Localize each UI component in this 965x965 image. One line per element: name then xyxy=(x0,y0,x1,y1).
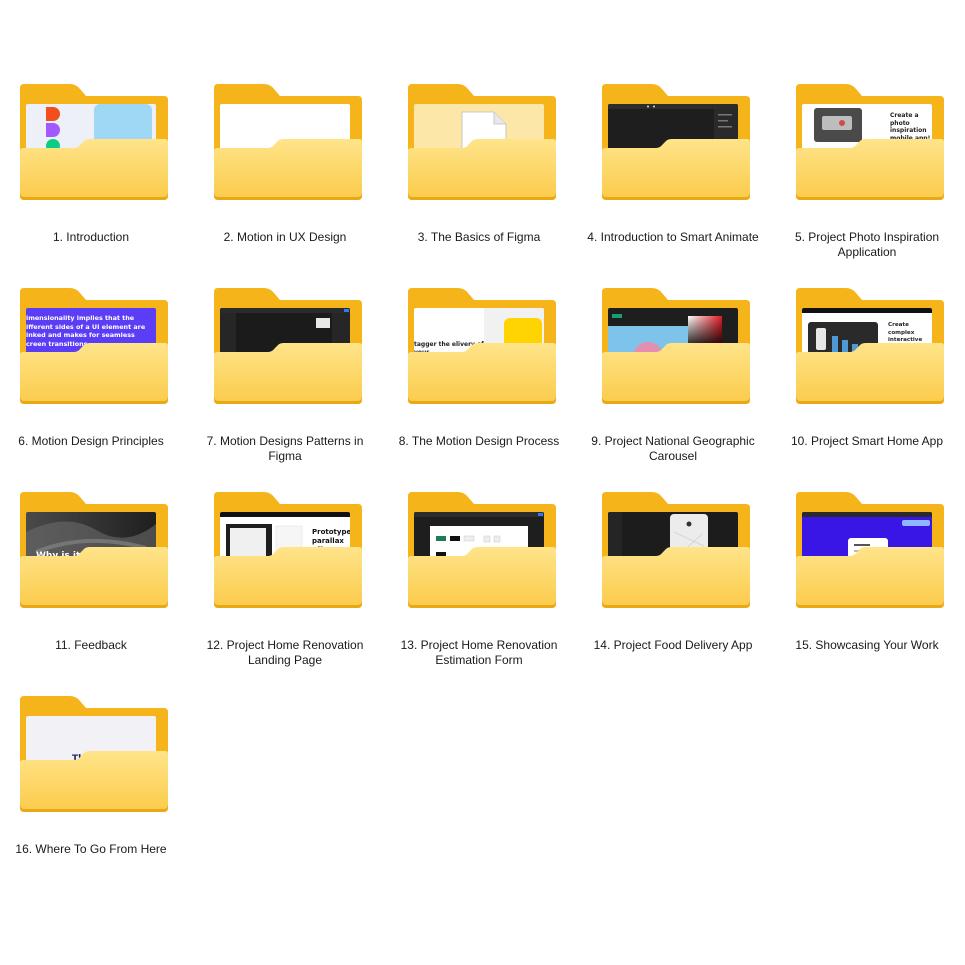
folder-icon[interactable]: imensionality implies that the ifferent … xyxy=(20,288,168,404)
folder-label[interactable]: 12. Project Home Renovation Landing Page xyxy=(190,638,380,668)
folder-front-icon xyxy=(602,288,750,404)
folder-icon[interactable] xyxy=(408,84,556,200)
folder-item[interactable]: Why is it so i 11. Feedback xyxy=(0,492,186,692)
folder-icon[interactable] xyxy=(796,492,944,608)
folder-icon[interactable] xyxy=(20,84,168,200)
folder-front-icon xyxy=(602,84,750,200)
folder-item[interactable]: Create a photo inspiration mobile app! 5… xyxy=(772,84,962,284)
folder-label[interactable]: 9. Project National Geographic Carousel xyxy=(578,434,768,464)
folder-front-icon xyxy=(214,84,362,200)
folder-icon[interactable] xyxy=(602,492,750,608)
folder-icon[interactable]: Why is it so i xyxy=(20,492,168,608)
folder-item[interactable]: Th 16. Where To Go From Here xyxy=(0,696,186,896)
folder-front-icon xyxy=(602,492,750,608)
folder-item[interactable]: 2. Motion in UX Design xyxy=(190,84,380,284)
folder-front-icon xyxy=(20,492,168,608)
folder-icon[interactable]: Create a photo inspiration mobile app! xyxy=(796,84,944,200)
folder-grid: 1. Introduction 2. Motion in UX Design 3… xyxy=(0,0,965,965)
folder-label[interactable]: 1. Introduction xyxy=(0,230,186,245)
folder-label[interactable]: 11. Feedback xyxy=(0,638,186,653)
folder-label[interactable]: 16. Where To Go From Here xyxy=(0,842,186,857)
folder-front-icon xyxy=(214,492,362,608)
folder-front-icon xyxy=(796,492,944,608)
folder-item[interactable]: 14. Project Food Delivery App xyxy=(578,492,768,692)
folder-item[interactable]: 9. Project National Geographic Carousel xyxy=(578,288,768,488)
folder-icon[interactable] xyxy=(602,84,750,200)
folder-label[interactable]: 10. Project Smart Home App xyxy=(772,434,962,449)
folder-item[interactable]: 1. Introduction xyxy=(0,84,186,284)
folder-item[interactable]: imensionality implies that the ifferent … xyxy=(0,288,186,488)
folder-front-icon xyxy=(20,84,168,200)
folder-item[interactable]: 3. The Basics of Figma xyxy=(384,84,574,284)
folder-item[interactable]: 13. Project Home Renovation Estimation F… xyxy=(384,492,574,692)
folder-label[interactable]: 7. Motion Designs Patterns in Figma xyxy=(190,434,380,464)
folder-icon[interactable] xyxy=(214,84,362,200)
folder-front-icon xyxy=(214,288,362,404)
folder-item[interactable]: 7. Motion Designs Patterns in Figma xyxy=(190,288,380,488)
folder-icon[interactable]: tagger the elivery of your xyxy=(408,288,556,404)
folder-front-icon xyxy=(20,288,168,404)
folder-icon[interactable]: Prototype parallax effects! xyxy=(214,492,362,608)
folder-item[interactable]: Prototype parallax effects! 12. Project … xyxy=(190,492,380,692)
folder-label[interactable]: 15. Showcasing Your Work xyxy=(772,638,962,653)
folder-item[interactable]: tagger the elivery of your 8. The Motion… xyxy=(384,288,574,488)
folder-label[interactable]: 13. Project Home Renovation Estimation F… xyxy=(384,638,574,668)
folder-label[interactable]: 14. Project Food Delivery App xyxy=(578,638,768,653)
folder-label[interactable]: 3. The Basics of Figma xyxy=(384,230,574,245)
folder-label[interactable]: 5. Project Photo Inspiration Application xyxy=(772,230,962,260)
folder-label[interactable]: 4. Introduction to Smart Animate xyxy=(578,230,768,245)
folder-front-icon xyxy=(408,492,556,608)
folder-front-icon xyxy=(796,84,944,200)
folder-item[interactable]: 4. Introduction to Smart Animate xyxy=(578,84,768,284)
folder-front-icon xyxy=(20,696,168,812)
folder-icon[interactable]: Th xyxy=(20,696,168,812)
folder-label[interactable]: 8. The Motion Design Process xyxy=(384,434,574,449)
folder-label[interactable]: 6. Motion Design Principles xyxy=(0,434,186,449)
folder-icon[interactable] xyxy=(214,288,362,404)
folder-icon[interactable] xyxy=(408,492,556,608)
folder-front-icon xyxy=(408,288,556,404)
folder-icon[interactable]: Create complex interactive components! xyxy=(796,288,944,404)
folder-item[interactable]: 15. Showcasing Your Work xyxy=(772,492,962,692)
folder-icon[interactable] xyxy=(602,288,750,404)
folder-front-icon xyxy=(796,288,944,404)
folder-item[interactable]: Create complex interactive components! 1… xyxy=(772,288,962,488)
folder-front-icon xyxy=(408,84,556,200)
folder-label[interactable]: 2. Motion in UX Design xyxy=(190,230,380,245)
